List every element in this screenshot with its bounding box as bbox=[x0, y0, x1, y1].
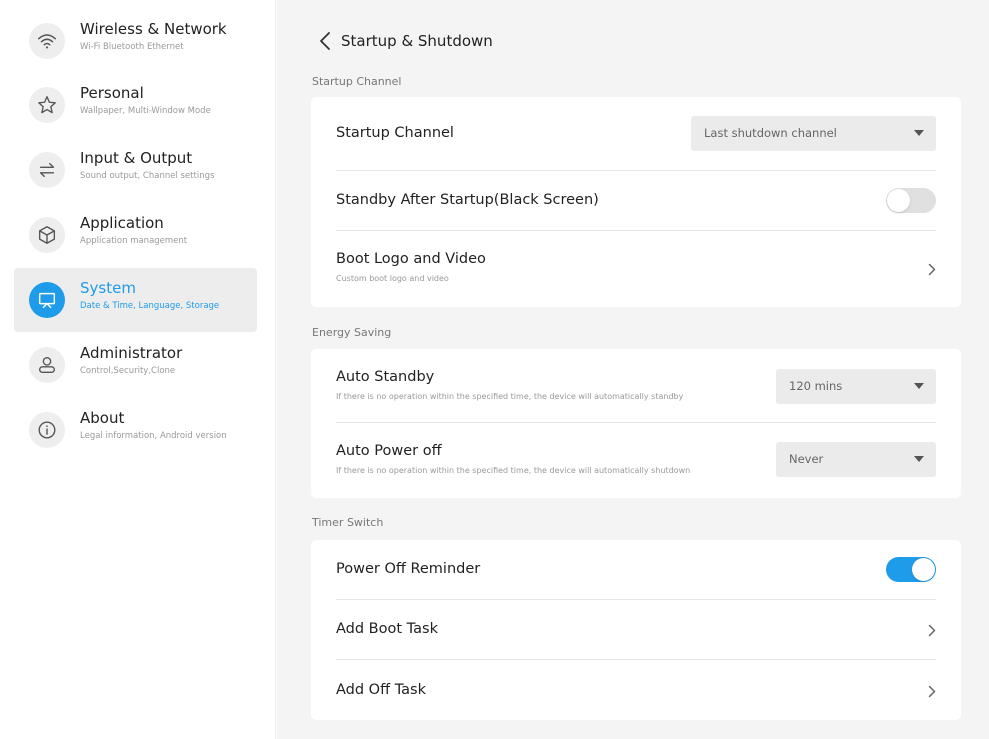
wifi-icon bbox=[29, 23, 65, 59]
sidebar-item-subtitle: Date & Time, Language, Storage bbox=[80, 301, 220, 311]
auto-power-off-dropdown[interactable]: Never bbox=[776, 442, 936, 477]
star-icon bbox=[29, 87, 65, 123]
sidebar-item-about[interactable]: About Legal information, Android version bbox=[14, 398, 257, 462]
add-boot-task-row[interactable]: Add Boot Task bbox=[311, 600, 961, 660]
power-off-reminder-label: Power Off Reminder bbox=[336, 561, 481, 577]
caret-down-icon bbox=[914, 456, 924, 462]
standby-after-startup-row: Standby After Startup(Black Screen) bbox=[311, 171, 961, 231]
info-icon bbox=[29, 412, 65, 448]
power-off-reminder-row: Power Off Reminder bbox=[311, 540, 961, 600]
user-icon bbox=[29, 347, 65, 383]
sidebar-item-input-output[interactable]: Input & Output Sound output, Channel set… bbox=[14, 138, 257, 202]
section-label-startup: Startup Channel bbox=[312, 75, 402, 88]
sidebar-item-application[interactable]: Application Application management bbox=[14, 203, 257, 267]
sidebar-item-title: Input & Output bbox=[80, 149, 193, 167]
section-label-timer: Timer Switch bbox=[312, 516, 384, 529]
boot-logo-subtitle: Custom boot logo and video bbox=[336, 274, 449, 283]
sidebar-item-wireless-network[interactable]: Wireless & Network Wi-Fi Bluetooth Ether… bbox=[14, 9, 257, 73]
dropdown-value: 120 mins bbox=[789, 379, 843, 393]
sidebar: Wireless & Network Wi-Fi Bluetooth Ether… bbox=[0, 0, 276, 739]
startup-channel-dropdown[interactable]: Last shutdown channel bbox=[691, 116, 936, 151]
sidebar-item-administrator[interactable]: Administrator Control,Security,Clone bbox=[14, 333, 257, 397]
auto-power-off-row: Auto Power off If there is no operation … bbox=[311, 423, 961, 498]
auto-standby-dropdown[interactable]: 120 mins bbox=[776, 369, 936, 404]
auto-standby-row: Auto Standby If there is no operation wi… bbox=[311, 349, 961, 423]
standby-after-startup-toggle[interactable] bbox=[886, 188, 936, 213]
chevron-right-icon bbox=[927, 262, 937, 276]
caret-down-icon bbox=[914, 130, 924, 136]
add-off-task-label: Add Off Task bbox=[336, 682, 426, 698]
startup-channel-row: Startup Channel Last shutdown channel bbox=[311, 97, 961, 171]
auto-power-off-label: Auto Power off bbox=[336, 443, 442, 459]
caret-down-icon bbox=[914, 383, 924, 389]
auto-standby-subtitle: If there is no operation within the spec… bbox=[336, 392, 684, 401]
sidebar-item-subtitle: Legal information, Android version bbox=[80, 431, 227, 441]
sidebar-item-subtitle: Control,Security,Clone bbox=[80, 366, 176, 376]
sidebar-item-title: Wireless & Network bbox=[80, 20, 227, 38]
sidebar-item-title: Application bbox=[80, 214, 164, 232]
main-panel: Startup & Shutdown Startup Channel Start… bbox=[277, 0, 989, 739]
cube-icon bbox=[29, 217, 65, 253]
energy-card: Auto Standby If there is no operation wi… bbox=[311, 349, 961, 498]
timer-card: Power Off Reminder Add Boot Task Add Off… bbox=[311, 540, 961, 720]
chevron-right-icon bbox=[927, 684, 937, 698]
dropdown-value: Last shutdown channel bbox=[704, 126, 837, 140]
toggle-knob bbox=[887, 189, 910, 212]
add-off-task-row[interactable]: Add Off Task bbox=[311, 660, 961, 720]
startup-card: Startup Channel Last shutdown channel St… bbox=[311, 97, 961, 307]
sidebar-item-system[interactable]: System Date & Time, Language, Storage bbox=[14, 268, 257, 332]
standby-after-startup-label: Standby After Startup(Black Screen) bbox=[336, 192, 599, 208]
swap-arrows-icon bbox=[29, 152, 65, 188]
auto-standby-label: Auto Standby bbox=[336, 369, 435, 385]
add-boot-task-label: Add Boot Task bbox=[336, 621, 438, 637]
sidebar-item-title: About bbox=[80, 409, 125, 427]
chevron-right-icon bbox=[927, 623, 937, 637]
dropdown-value: Never bbox=[789, 452, 824, 466]
boot-logo-label: Boot Logo and Video bbox=[336, 251, 486, 267]
section-label-energy: Energy Saving bbox=[312, 326, 392, 339]
auto-power-off-subtitle: If there is no operation within the spec… bbox=[336, 466, 691, 475]
toggle-knob bbox=[912, 558, 935, 581]
page-title: Startup & Shutdown bbox=[341, 32, 493, 50]
sidebar-item-title: System bbox=[80, 279, 136, 297]
sidebar-item-subtitle: Wallpaper, Multi-Window Mode bbox=[80, 106, 211, 116]
sidebar-item-title: Administrator bbox=[80, 344, 183, 362]
sidebar-item-personal[interactable]: Personal Wallpaper, Multi-Window Mode bbox=[14, 73, 257, 137]
power-off-reminder-toggle[interactable] bbox=[886, 557, 936, 582]
sidebar-item-subtitle: Sound output, Channel settings bbox=[80, 171, 215, 181]
sidebar-item-title: Personal bbox=[80, 84, 144, 102]
monitor-icon bbox=[29, 282, 65, 318]
sidebar-item-subtitle: Wi-Fi Bluetooth Ethernet bbox=[80, 42, 184, 52]
startup-channel-label: Startup Channel bbox=[336, 125, 454, 141]
boot-logo-row[interactable]: Boot Logo and Video Custom boot logo and… bbox=[311, 231, 961, 291]
chevron-left-icon[interactable] bbox=[315, 29, 335, 53]
sidebar-item-subtitle: Application management bbox=[80, 236, 188, 246]
